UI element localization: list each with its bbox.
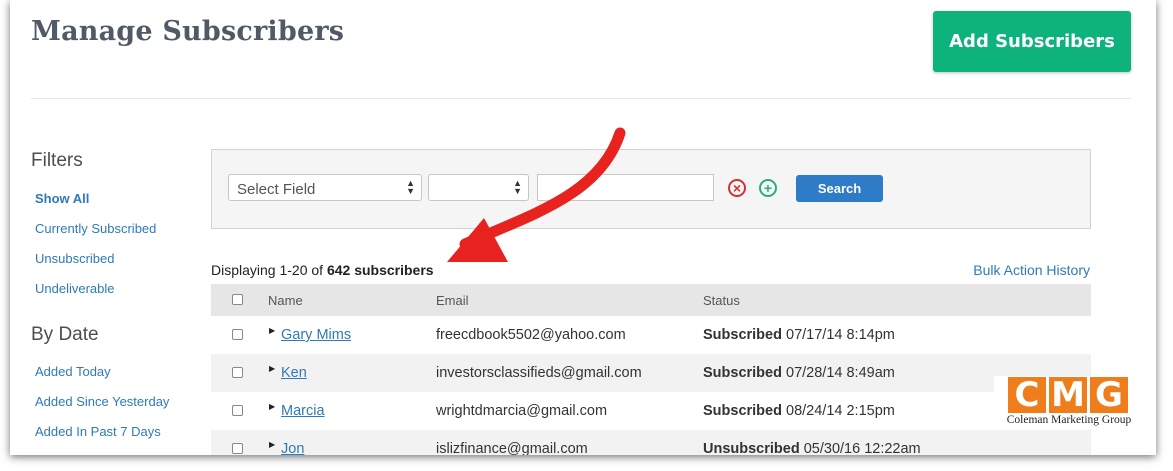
- app-window: Manage Subscribers Add Subscribers Filte…: [10, 0, 1156, 455]
- logo-letter: C: [1008, 377, 1046, 413]
- annotation-arrow: [447, 127, 626, 262]
- logo-letters: C M G: [1008, 377, 1128, 413]
- logo-letter: G: [1090, 377, 1128, 413]
- cmg-logo: C M G Coleman Marketing Group: [994, 376, 1144, 430]
- logo-caption: Coleman Marketing Group: [1006, 414, 1132, 426]
- logo-letter: M: [1049, 377, 1087, 413]
